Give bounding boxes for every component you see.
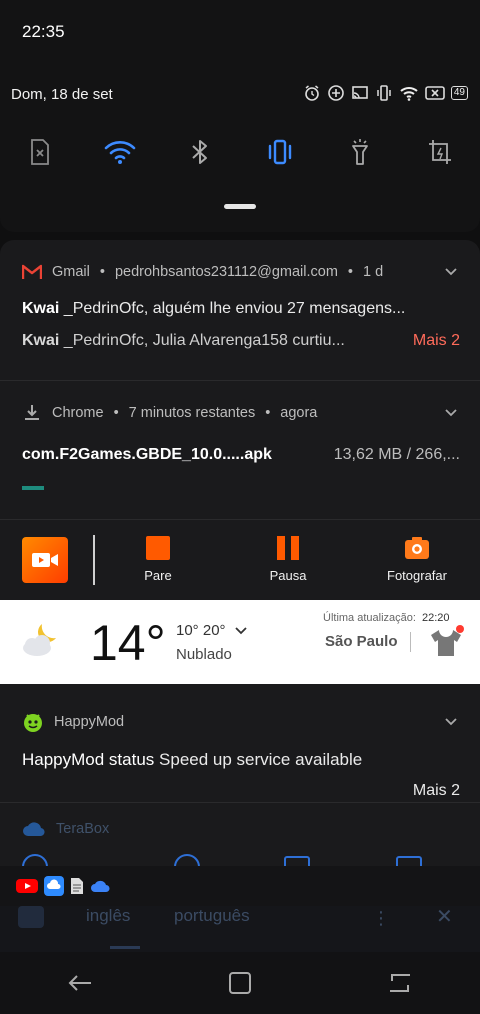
gmail-more-count[interactable]: Mais 2: [413, 332, 460, 350]
clock: 22:35: [22, 22, 65, 41]
happymod-message[interactable]: HappyMod status Speed up service availab…: [22, 750, 362, 770]
happymod-notification[interactable]: [0, 684, 480, 802]
vibrate-icon: [268, 139, 292, 165]
quick-settings-shade: [0, 0, 480, 232]
city-separator: [410, 632, 411, 652]
wifi-tile[interactable]: [102, 134, 138, 170]
vibrate-status-icon: [377, 85, 391, 101]
screenshot-button[interactable]: Fotografar: [380, 536, 454, 583]
alarm-icon: [305, 85, 319, 101]
pause-button[interactable]: Pausa: [258, 536, 318, 583]
separator-dot: •: [113, 405, 119, 421]
chevron-down-icon[interactable]: [234, 626, 248, 636]
city-name: São Paulo: [325, 633, 398, 650]
partly-cloudy-night-icon: [23, 624, 56, 656]
pause-icon: [277, 536, 299, 560]
screenshot-label: Fotografar: [387, 568, 447, 583]
background-tab-portuguese: português: [174, 906, 250, 925]
battery-indicator: 49: [450, 86, 468, 100]
camera-icon: [405, 537, 429, 559]
no-sim-icon: [425, 86, 445, 100]
separator-dot: •: [99, 264, 105, 280]
bluetooth-icon: [192, 140, 207, 164]
download-icon: [25, 405, 39, 420]
temperature: 14°: [90, 615, 166, 671]
happymod-more-count[interactable]: Mais 2: [413, 782, 460, 800]
chrome-remaining: 7 minutos restantes: [128, 405, 256, 421]
stop-icon: [146, 536, 170, 560]
shade-drag-handle[interactable]: [224, 204, 256, 209]
add-circle-icon: [328, 85, 344, 101]
file-icon: [71, 878, 83, 894]
wifi-status-icon: [400, 87, 418, 101]
youtube-icon: [16, 879, 38, 893]
cloud-upload-icon: [44, 876, 64, 896]
happymod-app-name: HappyMod: [54, 714, 125, 730]
screenshot-tile[interactable]: [422, 134, 458, 170]
chrome-header: Chrome • 7 minutos restantes • agora: [22, 404, 317, 422]
system-icons: 49: [303, 84, 468, 102]
stop-label: Pare: [144, 568, 172, 583]
gmail-icon: [22, 264, 42, 279]
vibrate-tile[interactable]: [262, 134, 298, 170]
download-progress-text: 13,62 MB / 266,...: [333, 446, 460, 463]
chrome-when: agora: [280, 405, 318, 421]
recent-apps-icon[interactable]: [387, 971, 413, 995]
background-app-icon: [18, 906, 44, 928]
separator-dot: •: [347, 264, 353, 280]
pause-label: Pausa: [269, 568, 307, 583]
download-progress-fill: [22, 486, 44, 490]
recorder-separator: [93, 535, 95, 585]
collapsed-notification-icons[interactable]: [0, 866, 480, 906]
recorder-app-icon: [22, 537, 68, 583]
bluetooth-tile[interactable]: [182, 134, 218, 170]
terabox-header: TeraBox: [22, 820, 109, 838]
background-close-icon: ✕: [436, 906, 453, 928]
happymod-header: HappyMod: [22, 711, 124, 733]
temperature-range: 10° 20°: [176, 622, 248, 639]
cast-icon: [352, 86, 368, 99]
back-arrow-icon[interactable]: [67, 971, 93, 995]
screenshot-icon: [429, 140, 451, 164]
sim-off-icon: [31, 139, 49, 165]
background-more-icon: ⋮: [372, 908, 390, 928]
terabox-cloud-icon: [23, 822, 45, 837]
gmail-app-name: Gmail: [52, 264, 90, 280]
expand-chevron-icon[interactable]: [444, 266, 458, 278]
flashlight-icon: [352, 139, 368, 165]
chrome-app-name: Chrome: [52, 405, 104, 421]
background-tab-underline: [110, 946, 140, 949]
gmail-header: Gmail • pedrohbsantos231112@gmail.com • …: [22, 264, 383, 280]
gmail-account: pedrohbsantos231112@gmail.com: [114, 264, 338, 280]
sim-off-tile[interactable]: [22, 134, 58, 170]
outfit-shirt-icon: [431, 625, 464, 656]
terabox-app-name: TeraBox: [56, 821, 110, 837]
download-filename: com.F2Games.GBDE_10.0.....apk: [22, 446, 272, 463]
expand-chevron-icon[interactable]: [444, 407, 458, 419]
separator-dot: •: [265, 405, 271, 421]
quick-settings-tiles: [0, 134, 480, 170]
expand-chevron-icon[interactable]: [444, 716, 458, 728]
home-square-icon[interactable]: [227, 970, 253, 996]
weather-condition: Nublado: [176, 646, 232, 663]
video-camera-icon: [32, 553, 58, 567]
download-progress-track: [22, 486, 458, 490]
gmail-message-1[interactable]: Kwai _PedrinOfc, alguém lhe enviou 27 me…: [22, 300, 405, 318]
flashlight-tile[interactable]: [342, 134, 378, 170]
gmail-message-2[interactable]: Kwai _PedrinOfc, Julia Alvarenga158 curt…: [22, 332, 345, 350]
last-updated: Última atualização: 22:20: [323, 612, 450, 624]
date: Dom, 18 de set: [11, 86, 113, 103]
stop-button[interactable]: Pare: [130, 536, 186, 583]
navigation-bar: [0, 952, 480, 1014]
happymod-icon: [24, 714, 42, 732]
cloud-icon: [91, 880, 110, 892]
background-tab-english: inglês: [86, 906, 131, 925]
gmail-age: 1 d: [363, 264, 384, 280]
wifi-icon: [104, 141, 136, 164]
